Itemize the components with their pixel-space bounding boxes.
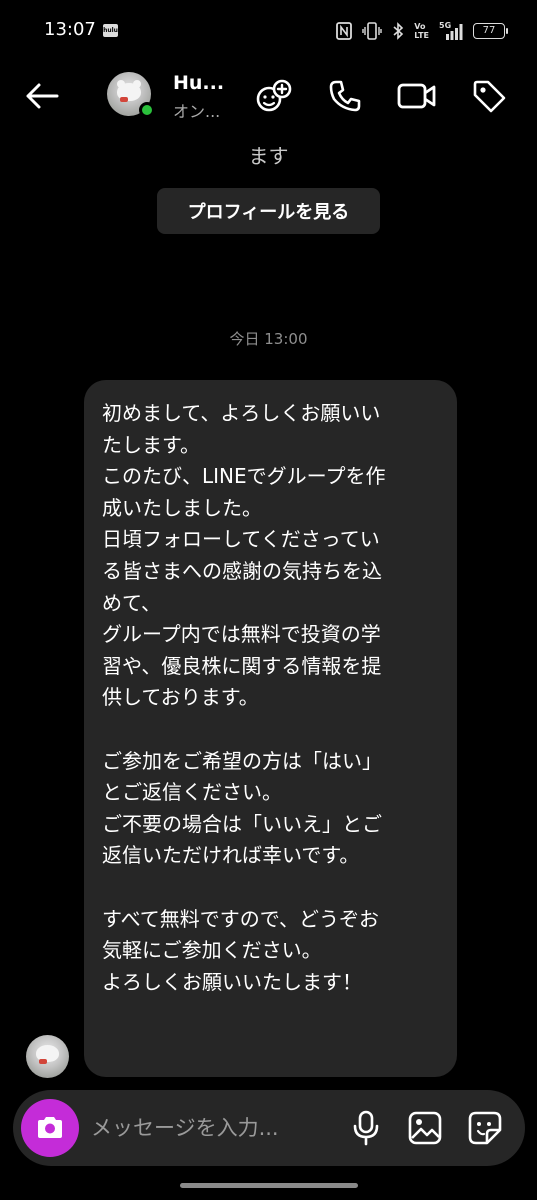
avatar-bear-accent bbox=[39, 1059, 47, 1064]
status-time: 13:07 bbox=[44, 19, 96, 40]
app-root: 13:07 hulu Vo LTE 5G 77 Hu... オン... ます プ… bbox=[0, 0, 537, 1200]
back-button[interactable] bbox=[22, 78, 62, 114]
nfc-icon bbox=[336, 22, 353, 40]
phone-icon bbox=[329, 80, 361, 112]
call-button[interactable] bbox=[325, 76, 365, 116]
gallery-button[interactable] bbox=[405, 1108, 445, 1148]
hulu-app-badge: hulu bbox=[103, 24, 118, 37]
camera-icon bbox=[38, 1117, 62, 1138]
add-people-button[interactable] bbox=[254, 76, 294, 116]
online-indicator bbox=[139, 102, 155, 118]
video-camera-icon bbox=[397, 83, 436, 109]
signal-icon: 5G bbox=[439, 21, 463, 40]
tag-button[interactable] bbox=[469, 76, 509, 116]
message-input[interactable] bbox=[91, 1108, 331, 1148]
add-people-icon bbox=[256, 79, 292, 112]
sticker-button[interactable] bbox=[465, 1108, 505, 1148]
status-icons: Vo LTE 5G 77 bbox=[336, 20, 508, 42]
header-avatar[interactable] bbox=[107, 72, 155, 118]
arrow-left-icon bbox=[26, 83, 59, 109]
avatar-bear-accent bbox=[120, 97, 128, 102]
vibrate-icon bbox=[362, 22, 382, 40]
sticker-icon bbox=[468, 1111, 502, 1145]
volte-label-top: Vo bbox=[414, 22, 426, 31]
status-bar: 13:07 hulu Vo LTE 5G 77 bbox=[0, 0, 537, 62]
bluetooth-icon bbox=[393, 22, 404, 40]
volte-label-bottom: LTE bbox=[414, 31, 429, 40]
image-icon bbox=[408, 1111, 442, 1145]
contact-status: オン... bbox=[173, 102, 221, 121]
sender-avatar[interactable] bbox=[26, 1035, 69, 1078]
message-timestamp: 今日 13:00 bbox=[229, 330, 308, 348]
volte-icon: Vo LTE bbox=[414, 22, 429, 40]
chat-header: Hu... オン... bbox=[0, 62, 537, 132]
video-call-button[interactable] bbox=[397, 76, 437, 116]
previous-message-fragment: ます bbox=[248, 144, 289, 168]
signal-bars bbox=[446, 24, 463, 40]
message-text: 初めまして、よろしくお願いい たします。 このたび、LINEでグループを作 成い… bbox=[102, 401, 386, 994]
camera-button[interactable] bbox=[21, 1099, 79, 1157]
tag-icon bbox=[473, 80, 506, 113]
microphone-icon bbox=[353, 1110, 379, 1146]
battery-icon: 77 bbox=[473, 23, 508, 39]
voice-message-button[interactable] bbox=[346, 1108, 386, 1148]
view-profile-button[interactable]: プロフィールを見る bbox=[157, 188, 380, 234]
contact-name[interactable]: Hu... bbox=[173, 72, 224, 94]
home-indicator[interactable] bbox=[180, 1183, 358, 1188]
message-composer bbox=[13, 1090, 525, 1166]
message-bubble[interactable]: 初めまして、よろしくお願いい たします。 このたび、LINEでグループを作 成い… bbox=[84, 380, 457, 1077]
